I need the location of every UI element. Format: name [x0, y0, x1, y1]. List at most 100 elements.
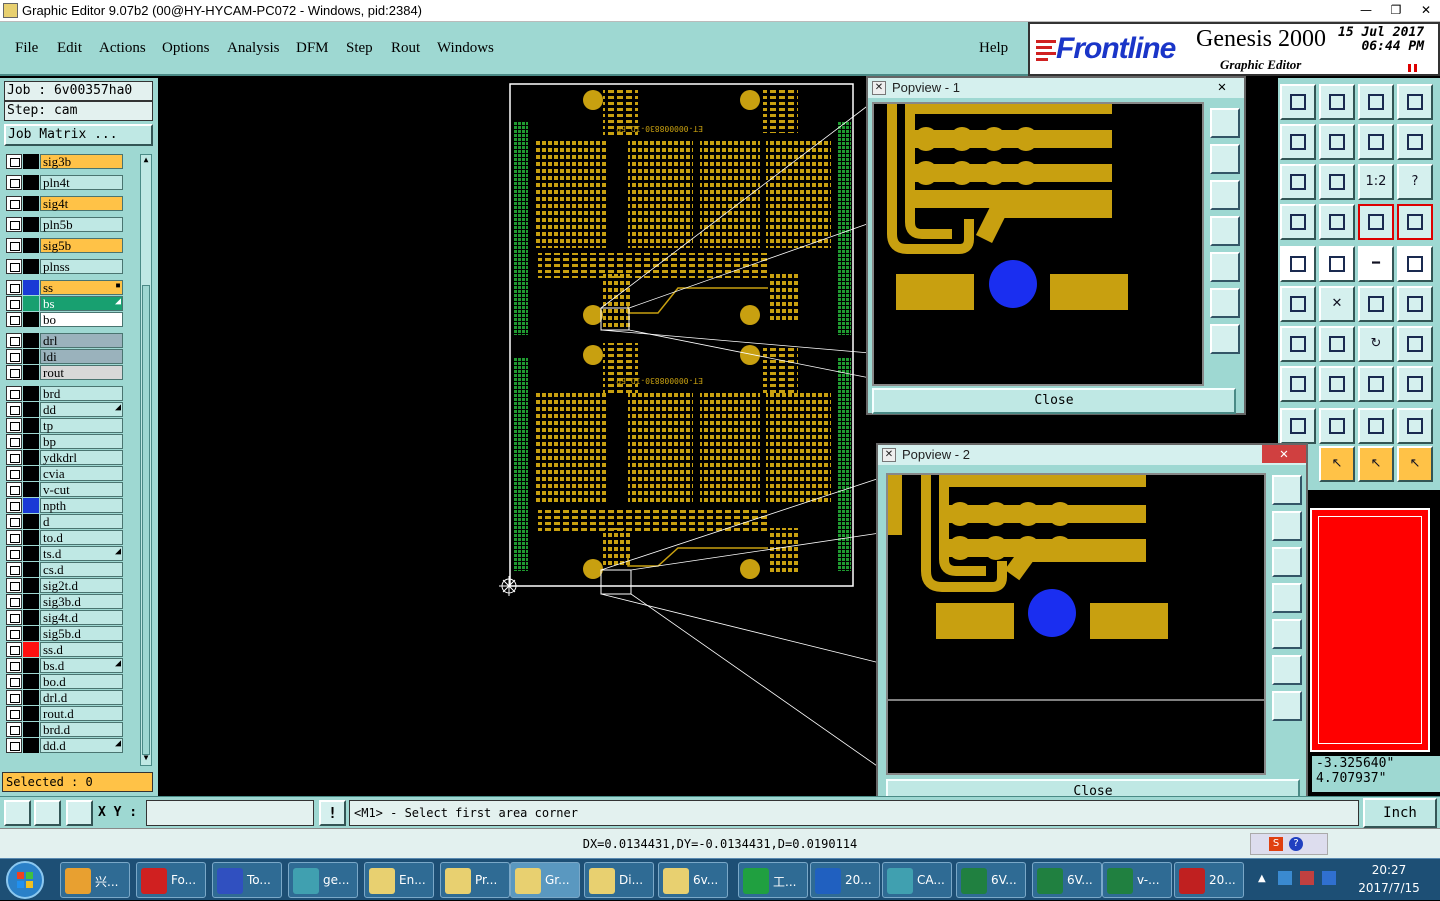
pan-up-icon[interactable] [1272, 511, 1302, 541]
add-line-icon[interactable] [1319, 246, 1355, 282]
layer-row-sig5b.d[interactable]: sig5b.d [6, 626, 123, 641]
zoom-in-icon[interactable] [1272, 655, 1302, 685]
layer-row-brd.d[interactable]: brd.d [6, 722, 123, 737]
layer-color-swatch[interactable] [23, 386, 39, 401]
layer-row-bp[interactable]: bp [6, 434, 123, 449]
layer-checkbox[interactable] [6, 690, 22, 705]
center-icon[interactable] [1319, 164, 1355, 200]
layer-name[interactable]: sig2t.d [40, 578, 123, 593]
taskbar-item[interactable]: 兴... [60, 862, 130, 898]
taskbar-item[interactable]: Fo... [136, 862, 206, 898]
layer-color-swatch[interactable] [23, 578, 39, 593]
layer-color-swatch[interactable] [23, 238, 39, 253]
layer-name[interactable]: cvia [40, 466, 123, 481]
layer-row-drl.d[interactable]: drl.d [6, 690, 123, 705]
delete-icon[interactable]: ✕ [1319, 286, 1355, 322]
zoom-reset-icon[interactable] [1319, 84, 1355, 120]
layer-checkbox[interactable] [6, 296, 22, 311]
layer-color-swatch[interactable] [23, 418, 39, 433]
minimize-button[interactable]: — [1351, 0, 1381, 20]
pan-up-icon[interactable] [1210, 144, 1240, 174]
tray-network-icon[interactable] [1278, 871, 1292, 885]
menu-edit[interactable]: Edit [57, 40, 82, 57]
layer-color-swatch[interactable] [23, 217, 39, 232]
layer-row-sig3b.d[interactable]: sig3b.d [6, 594, 123, 609]
layer-color-swatch[interactable] [23, 738, 39, 753]
layer-row-ss[interactable]: ss ▪ [6, 280, 123, 295]
tray-flag-icon[interactable] [1300, 871, 1314, 885]
popview-2-close-x[interactable]: ✕ [1262, 445, 1306, 463]
tray-arrow-icon[interactable]: ▲ [1258, 873, 1266, 884]
layer-name[interactable]: bs [40, 296, 123, 311]
layer-name[interactable]: sig3b [40, 154, 123, 169]
select-icon[interactable]: ↖ [1319, 446, 1355, 482]
tray-app-icon[interactable] [1322, 871, 1336, 885]
alert-button[interactable]: ! [319, 800, 346, 826]
layer-name[interactable]: plnss [40, 259, 123, 274]
layer-name[interactable]: bo [40, 312, 123, 327]
layer-checkbox[interactable] [6, 217, 22, 232]
layer-row-dd.d[interactable]: dd.d ◢ [6, 738, 123, 753]
layer-checkbox[interactable] [6, 482, 22, 497]
zoom-fit-icon[interactable] [1272, 475, 1302, 505]
start-button[interactable] [6, 861, 44, 899]
layer-color-swatch[interactable] [23, 434, 39, 449]
triangle-icon[interactable] [1319, 408, 1355, 444]
layer-checkbox[interactable] [6, 578, 22, 593]
layer-color-swatch[interactable] [23, 349, 39, 364]
layer-name[interactable]: bs.d [40, 658, 123, 673]
layer-name[interactable]: pln5b [40, 217, 123, 232]
layer-checkbox[interactable] [6, 514, 22, 529]
pan-right-icon[interactable] [1272, 619, 1302, 649]
layer-name[interactable]: dd [40, 402, 123, 417]
query-icon[interactable]: ? [1397, 164, 1433, 200]
scroll-thumb[interactable] [142, 285, 150, 755]
group-icon[interactable] [1397, 366, 1433, 402]
layer-checkbox[interactable] [6, 333, 22, 348]
layer-color-swatch[interactable] [23, 402, 39, 417]
layer-row-cvia[interactable]: cvia [6, 466, 123, 481]
layer-row-ss.d[interactable]: ss.d [6, 642, 123, 657]
layer-row-pln5b[interactable]: pln5b [6, 217, 123, 232]
layer-color-swatch[interactable] [23, 562, 39, 577]
measure-gap-icon[interactable] [1358, 366, 1394, 402]
layer-name[interactable]: v-cut [40, 482, 123, 497]
layer-name[interactable]: to.d [40, 530, 123, 545]
layer-row-sig2t.d[interactable]: sig2t.d [6, 578, 123, 593]
layer-color-swatch[interactable] [23, 594, 39, 609]
net-select-icon[interactable] [1280, 286, 1316, 322]
array-icon[interactable] [1397, 326, 1433, 362]
layer-row-bs.d[interactable]: bs.d ◢ [6, 658, 123, 673]
menu-help[interactable]: Help [979, 40, 1008, 57]
layer-settings-icon[interactable] [1280, 204, 1316, 240]
layer-scrollbar[interactable]: ▲ ▼ [140, 154, 152, 766]
zoom-home-icon[interactable] [1280, 84, 1316, 120]
s-icon[interactable]: S [1269, 837, 1283, 851]
taskbar-item[interactable]: ge... [288, 862, 358, 898]
layer-row-to.d[interactable]: to.d [6, 530, 123, 545]
layer-checkbox[interactable] [6, 434, 22, 449]
zoom-fit-icon[interactable] [1210, 108, 1240, 138]
layer-checkbox[interactable] [6, 594, 22, 609]
layer-name[interactable]: sig4t.d [40, 610, 123, 625]
taskbar-item[interactable]: Gr... [510, 862, 580, 898]
ruler-icon[interactable]: ━ [1358, 246, 1394, 282]
zoom-in-icon[interactable] [1210, 288, 1240, 318]
layer-color-swatch[interactable] [23, 690, 39, 705]
grid-display-icon[interactable] [1319, 204, 1355, 240]
layer-color-swatch[interactable] [23, 333, 39, 348]
menu-actions[interactable]: Actions [99, 40, 146, 57]
layer-row-v-cut[interactable]: v-cut [6, 482, 123, 497]
taskbar-item[interactable]: 6V... [956, 862, 1026, 898]
taskbar-item[interactable]: CA... [882, 862, 952, 898]
layer-checkbox[interactable] [6, 365, 22, 380]
arc-icon[interactable] [1280, 408, 1316, 444]
job-matrix-button[interactable]: Job Matrix ... [4, 124, 153, 146]
fit-icon[interactable] [1280, 164, 1316, 200]
pan-left-icon[interactable] [1210, 216, 1240, 246]
layer-checkbox[interactable] [6, 312, 22, 327]
menu-options[interactable]: Options [162, 40, 210, 57]
layer-row-sig3b[interactable]: sig3b [6, 154, 123, 169]
connect-icon[interactable] [1397, 286, 1433, 322]
layer-checkbox[interactable] [6, 722, 22, 737]
